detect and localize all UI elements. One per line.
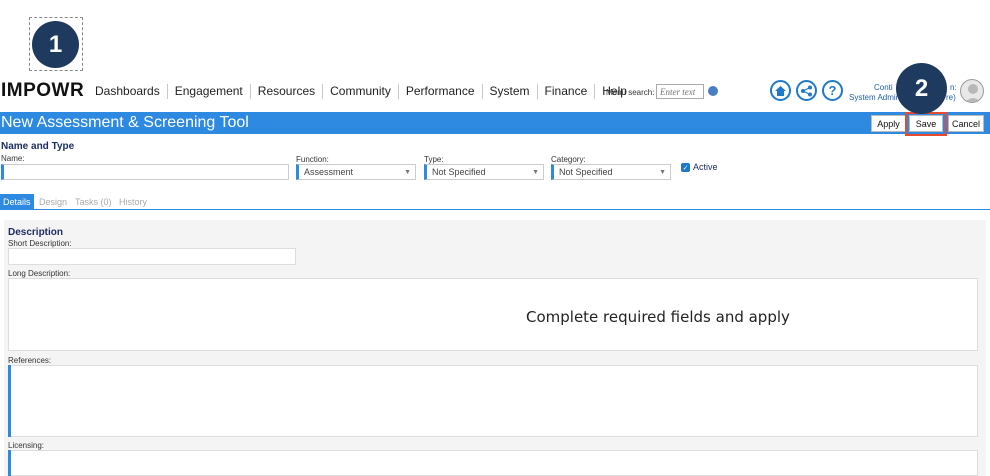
tab-details[interactable]: Details [0, 194, 34, 209]
step-1-callout: 1 [32, 21, 79, 68]
nav-performance[interactable]: Performance [397, 84, 482, 99]
type-label: Type: [424, 155, 444, 164]
page-title: New Assessment & Screening Tool [1, 114, 249, 131]
chevron-down-icon: ▼ [532, 168, 539, 176]
tab-history[interactable]: History [116, 194, 150, 209]
menu-search-label: Menu search: [606, 88, 655, 97]
help-icon[interactable]: ? [822, 80, 843, 101]
impowr-logo[interactable]: IMPOWR [1, 80, 84, 102]
licensing-label: Licensing: [8, 441, 45, 450]
active-checkbox[interactable]: ✓ [681, 163, 690, 172]
function-label: Function: [296, 155, 329, 164]
function-value: Assessment [304, 167, 354, 177]
main-nav: Dashboards Engagement Resources Communit… [88, 84, 634, 99]
name-field[interactable] [1, 164, 289, 180]
nav-engagement[interactable]: Engagement [166, 84, 250, 99]
save-highlight-frame [905, 112, 947, 136]
user-line-suffix: n: [950, 83, 957, 92]
long-description-label: Long Description: [8, 269, 71, 278]
nav-dashboards[interactable]: Dashboards [88, 84, 167, 99]
required-indicator [8, 450, 11, 476]
type-value: Not Specified [432, 167, 486, 177]
name-type-heading: Name and Type [1, 141, 75, 152]
required-indicator [8, 365, 11, 437]
nav-community[interactable]: Community [322, 84, 398, 99]
user-role-suffix: re) [946, 93, 956, 102]
instruction-overlay: Complete required fields and apply [526, 308, 790, 326]
category-value: Not Specified [559, 167, 613, 177]
step-2-callout: 2 [896, 63, 947, 114]
function-select[interactable]: Assessment ▼ [296, 164, 416, 180]
category-label: Category: [551, 155, 586, 164]
tab-design[interactable]: Design [36, 194, 70, 209]
nav-resources[interactable]: Resources [249, 84, 322, 99]
search-go-icon[interactable] [708, 86, 718, 96]
short-description-input[interactable] [8, 248, 296, 265]
cancel-button[interactable]: Cancel [948, 115, 984, 132]
references-label: References: [8, 356, 52, 365]
tab-underline [0, 209, 990, 210]
nav-finance[interactable]: Finance [536, 84, 595, 99]
home-icon[interactable] [770, 80, 791, 101]
licensing-textarea[interactable] [8, 450, 978, 476]
user-name-line: Conti [874, 83, 893, 92]
name-label: Name: [1, 154, 25, 163]
apply-button[interactable]: Apply [871, 115, 906, 132]
nav-system[interactable]: System [481, 84, 537, 99]
chevron-down-icon: ▼ [404, 168, 411, 176]
chevron-down-icon: ▼ [659, 168, 666, 176]
references-textarea[interactable] [8, 365, 978, 437]
active-label: Active [693, 162, 718, 172]
menu-search-input[interactable] [656, 84, 704, 99]
user-role-line: System Admin [849, 93, 901, 102]
type-select[interactable]: Not Specified ▼ [424, 164, 544, 180]
description-heading: Description [8, 227, 64, 238]
avatar[interactable] [960, 79, 984, 103]
category-select[interactable]: Not Specified ▼ [551, 164, 671, 180]
tab-tasks[interactable]: Tasks (0) [72, 194, 115, 209]
long-description-textarea[interactable] [8, 278, 978, 351]
share-icon[interactable] [796, 80, 817, 101]
short-description-label: Short Description: [8, 239, 72, 248]
